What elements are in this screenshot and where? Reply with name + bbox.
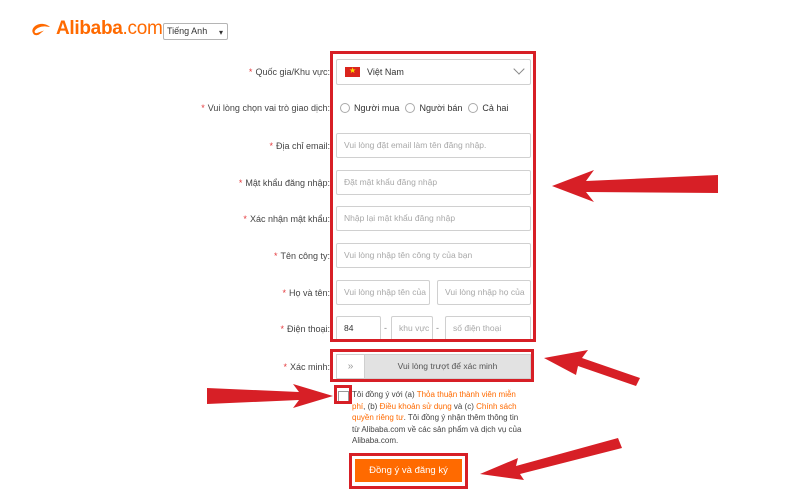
logo-text: Alibaba.com — [56, 18, 163, 40]
terms-text-part: và (c) — [451, 401, 477, 411]
confirm-password-placeholder: Nhập lại mật khẩu đăng nhập — [344, 213, 456, 223]
password-placeholder: Đặt mật khẩu đăng nhập — [344, 177, 438, 187]
vietnam-flag-icon: ★ — [345, 66, 360, 77]
phone-country-code: 84 — [344, 323, 354, 333]
phone-label-text: Điện thoại: — [286, 324, 330, 334]
terms-text-part: Tôi đồng ý với (a) — [352, 390, 417, 399]
terms-of-use-link[interactable]: Điều khoản sử dụng — [380, 402, 452, 411]
annotation-arrow-icon — [480, 438, 622, 480]
phone-separator: - — [384, 323, 387, 333]
role-option-label: Người bán — [419, 103, 463, 113]
password-label: * Mật khẩu đăng nhập: — [239, 178, 330, 188]
annotation-arrow-icon — [207, 384, 333, 408]
language-select[interactable]: Tiếng Anh ▾ — [163, 23, 228, 40]
chevron-down-icon — [513, 63, 525, 75]
required-star: * — [282, 288, 286, 298]
slider-handle[interactable]: » — [337, 355, 365, 378]
first-name-placeholder: Vui lòng nhập tên của — [344, 287, 426, 297]
first-name-field[interactable]: Vui lòng nhập tên của — [336, 280, 430, 305]
role-option-label: Người mua — [354, 103, 400, 113]
logo-domain: .com — [122, 18, 163, 39]
verify-label: * Xác minh: — [283, 362, 330, 372]
last-name-field[interactable]: Vui lòng nhập họ của — [437, 280, 531, 305]
phone-area-placeholder: khu vực — [399, 323, 430, 333]
full-name-label: * Họ và tên: — [282, 288, 330, 298]
radio-circle[interactable] — [405, 103, 416, 113]
role-option-label: Cả hai — [482, 103, 509, 113]
phone-number-placeholder: số điện thoại — [453, 323, 502, 333]
radio-circle[interactable] — [340, 103, 350, 113]
password-field[interactable]: Đặt mật khẩu đăng nhập — [336, 170, 531, 195]
email-field[interactable]: Vui lòng đặt email làm tên đăng nhập. — [336, 133, 531, 158]
country-label-text: Quốc gia/Khu vực: — [255, 67, 330, 77]
required-star: * — [201, 103, 205, 113]
country-label: * Quốc gia/Khu vực: — [249, 67, 330, 77]
required-star: * — [248, 67, 253, 77]
agree-and-register-button[interactable]: Đồng ý và đăng ký — [355, 459, 462, 482]
required-star: * — [280, 324, 284, 334]
company-label: * Tên công ty: — [274, 251, 330, 261]
country-select[interactable]: ★ Việt Nam — [336, 59, 531, 85]
verification-slider[interactable]: » Vui lòng trượt để xác minh — [336, 354, 531, 379]
role-label: * Vui lòng chọn vai trò giao dịch: — [201, 103, 330, 113]
country-value: Việt Nam — [367, 67, 404, 77]
email-label-text: Địa chỉ email: — [275, 141, 330, 151]
annotation-arrow-icon — [544, 350, 640, 386]
required-star: * — [283, 362, 287, 372]
role-option-both[interactable]: Cả hai — [468, 103, 508, 113]
company-field[interactable]: Vui lòng nhập tên công ty của bạn — [336, 243, 531, 268]
confirm-password-field[interactable]: Nhập lại mật khẩu đăng nhập — [336, 206, 531, 231]
language-selected: Tiếng Anh — [167, 26, 208, 36]
email-placeholder: Vui lòng đặt email làm tên đăng nhập. — [344, 140, 487, 150]
radio-circle[interactable] — [468, 103, 479, 113]
phone-separator: - — [436, 323, 439, 333]
alibaba-logo-icon — [30, 21, 52, 37]
slider-hint: Vui lòng trượt để xác minh — [397, 361, 498, 371]
required-star: * — [269, 141, 273, 151]
terms-text-part: , (b) — [363, 401, 380, 411]
email-label: * Địa chỉ email: — [269, 141, 330, 151]
role-option-buyer[interactable]: Người mua — [340, 103, 399, 113]
agree-checkbox[interactable] — [338, 391, 349, 402]
phone-label: * Điện thoại: — [280, 324, 330, 334]
required-star: * — [273, 251, 278, 261]
required-star: * — [243, 214, 247, 224]
full-name-label-text: Họ và tên: — [288, 288, 330, 298]
phone-country-code-field[interactable]: 84 — [336, 316, 381, 341]
phone-area-field[interactable]: khu vực — [391, 316, 433, 341]
password-label-text: Mật khẩu đăng nhập: — [245, 178, 330, 188]
role-option-seller[interactable]: Người bán — [405, 103, 462, 113]
required-star: * — [238, 178, 243, 188]
role-radio-group: Người mua Người bán Cả hai — [340, 103, 508, 113]
role-label-text: Vui lòng chọn vai trò giao dịch: — [207, 103, 330, 113]
phone-number-field[interactable]: số điện thoại — [445, 316, 531, 341]
logo-name: Alibaba — [56, 18, 123, 39]
chevron-down-icon: ▾ — [218, 28, 223, 37]
company-label-text: Tên công ty: — [280, 251, 330, 261]
confirm-password-label: * Xác nhận mật khẩu: — [243, 214, 330, 224]
annotation-arrow-icon — [552, 170, 718, 202]
confirm-password-label-text: Xác nhận mật khẩu: — [249, 214, 330, 224]
last-name-placeholder: Vui lòng nhập họ của — [445, 287, 525, 297]
verify-label-text: Xác minh: — [289, 362, 330, 372]
alibaba-logo[interactable]: Alibaba.com — [30, 18, 163, 40]
company-placeholder: Vui lòng nhập tên công ty của bạn — [344, 250, 473, 260]
